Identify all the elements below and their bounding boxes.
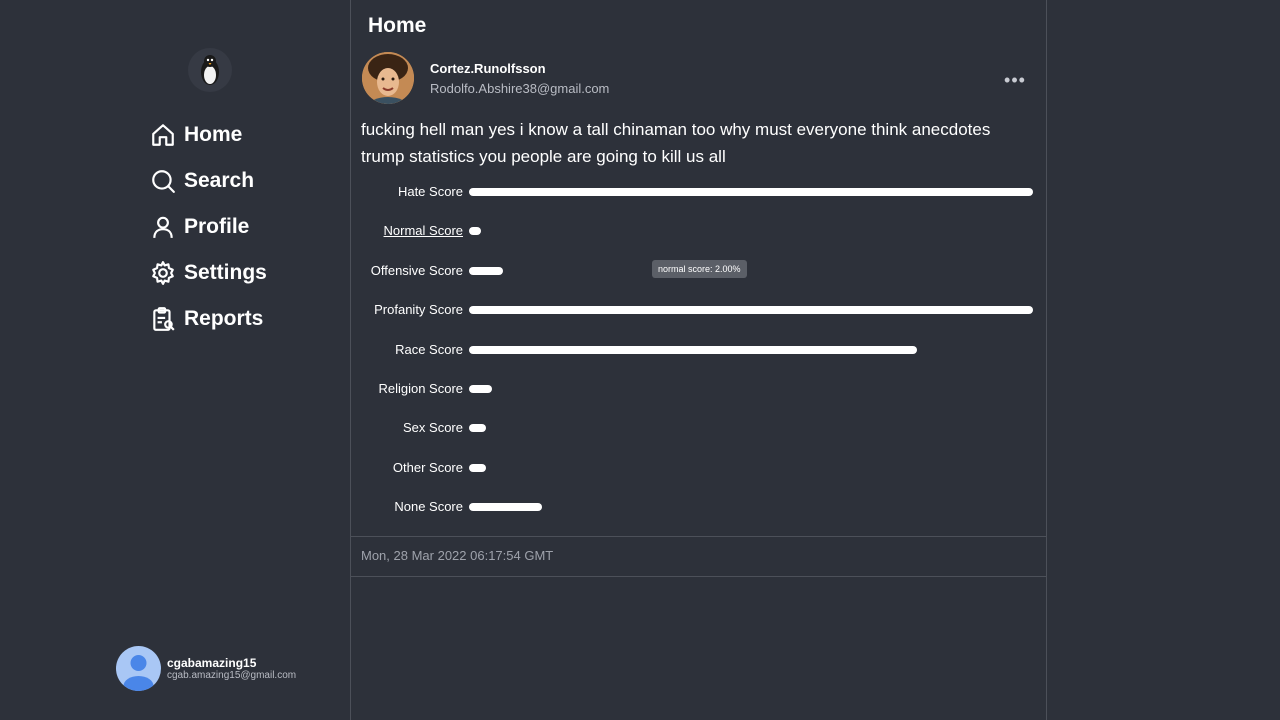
main-feed: Home Cortez.Runolfsson Rodolfo.Abshire38… [350, 0, 1047, 720]
score-label[interactable]: Profanity Score [374, 302, 463, 317]
profile-icon [153, 216, 173, 238]
score-label[interactable]: Race Score [395, 342, 463, 357]
score-bar[interactable] [469, 424, 486, 433]
sidebar: Home Search Profile Settings Reports cga… [0, 0, 350, 720]
sidebar-item-home[interactable]: Home [150, 112, 267, 158]
reports-icon [153, 307, 175, 331]
score-label[interactable]: Other Score [393, 460, 463, 475]
sidebar-item-label: Search [184, 169, 255, 192]
author-name[interactable]: Cortez.Runolfsson [430, 61, 609, 76]
divider [351, 576, 1046, 577]
score-row: Religion Score [351, 377, 1048, 416]
post-text: fucking hell man yes i know a tall china… [361, 120, 991, 166]
score-bar[interactable] [469, 503, 542, 512]
author-email: Rodolfo.Abshire38@gmail.com [430, 80, 610, 96]
post-header: Cortez.Runolfsson Rodolfo.Abshire38@gmai… [362, 52, 609, 104]
sidebar-item-search[interactable]: Search [150, 158, 267, 204]
page-title: Home [368, 14, 427, 37]
score-bar[interactable] [469, 306, 1033, 315]
current-user-card[interactable]: cgabamazing15 cgab.amazing15@gmail.com [116, 646, 296, 691]
score-label[interactable]: Normal Score [384, 223, 463, 238]
penguin-logo[interactable] [188, 48, 232, 92]
home-icon [152, 124, 174, 146]
sidebar-item-label: Profile [184, 215, 250, 238]
nav-menu: Home Search Profile Settings Reports [150, 112, 267, 342]
user-name: cgabamazing15 [167, 656, 257, 670]
sidebar-item-settings[interactable]: Settings [150, 250, 267, 296]
score-row: Sex Score [351, 416, 1048, 455]
score-list: Hate Score Normal Score Offensive Score Pro… [351, 180, 1048, 535]
score-bar[interactable] [469, 227, 481, 236]
score-bar[interactable] [469, 188, 1033, 196]
divider [351, 536, 1046, 537]
score-row: Race Score [351, 338, 1048, 377]
gear-icon [152, 261, 174, 285]
score-row: Profanity Score [351, 298, 1048, 337]
score-bar[interactable] [469, 463, 486, 472]
user-avatar-icon [123, 655, 154, 691]
avatar[interactable] [362, 52, 414, 104]
avatar [116, 646, 161, 691]
search-icon [152, 170, 175, 193]
score-label[interactable]: None Score [394, 499, 463, 514]
post-timestamp: Mon, 28 Mar 2022 06:17:54 GMT [361, 548, 554, 563]
sidebar-item-label: Home [184, 123, 243, 146]
sidebar-item-label: Settings [184, 261, 267, 284]
score-bar[interactable] [469, 345, 917, 354]
score-row: Other Score [351, 456, 1048, 495]
score-label[interactable]: Offensive Score [371, 263, 463, 278]
score-bar[interactable] [469, 384, 492, 393]
score-label[interactable]: Sex Score [403, 420, 463, 435]
author-avatar-icon [362, 52, 414, 104]
sidebar-item-reports[interactable]: Reports [150, 296, 267, 342]
score-bar[interactable] [469, 266, 503, 275]
score-tooltip: normal score: 2.00% [652, 260, 747, 278]
user-email: cgab.amazing15@gmail.com [167, 670, 297, 681]
more-options-button[interactable]: ••• [1003, 70, 1027, 90]
score-row: Normal Score [351, 219, 1048, 258]
score-label[interactable]: Religion Score [378, 381, 463, 396]
score-row: None Score [351, 495, 1048, 534]
penguin-icon [201, 55, 219, 85]
sidebar-item-label: Reports [184, 307, 264, 330]
sidebar-item-profile[interactable]: Profile [150, 204, 267, 250]
score-label[interactable]: Hate Score [398, 184, 463, 199]
score-row: Hate Score [351, 180, 1048, 219]
